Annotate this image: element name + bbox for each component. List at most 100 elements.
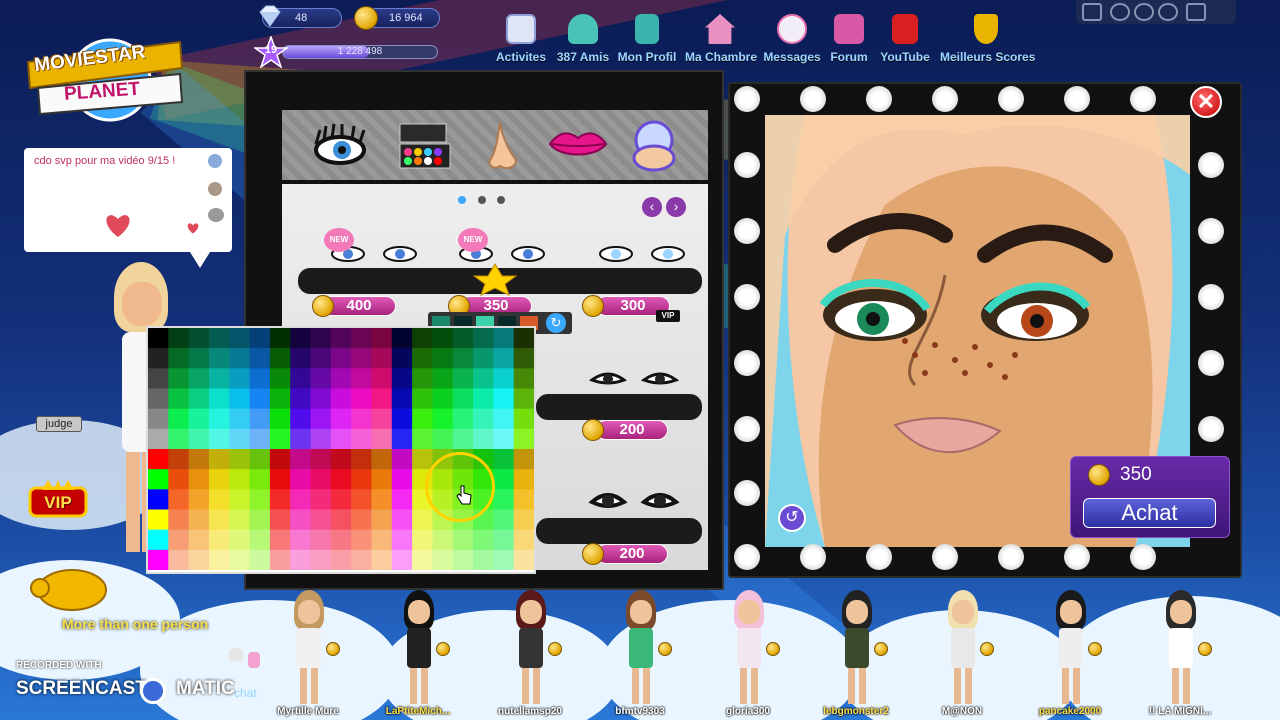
friend-avatar[interactable] (922, 588, 1002, 712)
friend-avatar[interactable] (708, 588, 788, 712)
color-swatch-cell[interactable] (412, 388, 433, 410)
color-swatch-cell[interactable] (148, 388, 169, 410)
color-swatch-cell[interactable] (432, 348, 454, 369)
color-swatch-cell[interactable] (351, 408, 372, 430)
color-swatch-cell[interactable] (412, 348, 433, 369)
color-swatch-cell[interactable] (249, 388, 271, 410)
color-swatch-cell[interactable] (148, 328, 169, 349)
color-swatch-cell[interactable] (391, 388, 413, 410)
color-swatch-cell[interactable] (249, 509, 271, 531)
color-swatch-cell[interactable] (513, 368, 534, 389)
color-swatch-cell[interactable] (513, 328, 534, 349)
color-swatch-cell[interactable] (351, 449, 372, 470)
color-swatch-cell[interactable] (351, 428, 372, 450)
color-swatch-cell[interactable] (412, 328, 433, 349)
color-swatch-cell[interactable] (371, 489, 393, 510)
color-swatch-cell[interactable] (229, 549, 251, 570)
color-swatch-cell[interactable] (290, 489, 312, 510)
color-swatch-cell[interactable] (330, 529, 352, 551)
color-swatch-cell[interactable] (391, 328, 413, 349)
color-swatch-cell[interactable] (330, 489, 352, 510)
color-swatch-cell[interactable] (473, 408, 494, 430)
color-swatch-cell[interactable] (208, 489, 230, 510)
color-swatch-cell[interactable] (249, 368, 271, 389)
color-swatch-cell[interactable] (269, 509, 291, 531)
color-swatch-cell[interactable] (473, 388, 494, 410)
color-swatch-cell[interactable] (269, 348, 291, 369)
color-swatch-cell[interactable] (269, 449, 291, 470)
color-swatch-cell[interactable] (290, 469, 312, 490)
color-swatch-cell[interactable] (351, 549, 372, 570)
color-swatch-cell[interactable] (391, 549, 413, 570)
color-swatch-cell[interactable] (371, 428, 393, 450)
color-swatch-cell[interactable] (188, 469, 210, 490)
color-swatch-cell[interactable] (452, 529, 474, 551)
color-swatch-cell[interactable] (493, 449, 515, 470)
color-swatch-cell[interactable] (452, 549, 474, 570)
color-swatch-cell[interactable] (452, 328, 474, 349)
eyelashes-icon[interactable] (312, 118, 368, 174)
color-swatch-cell[interactable] (493, 388, 515, 410)
color-swatch-cell[interactable] (391, 529, 413, 551)
friend-avatar[interactable] (268, 588, 348, 712)
color-swatch-cell[interactable] (188, 509, 210, 531)
color-swatch-cell[interactable] (148, 529, 169, 551)
color-swatch-cell[interactable] (148, 489, 169, 510)
friend-name[interactable]: lebgmonster2 (801, 706, 911, 717)
color-swatch-cell[interactable] (269, 328, 291, 349)
color-swatch-cell[interactable] (188, 408, 210, 430)
friend-avatar[interactable] (378, 588, 458, 712)
color-swatch-cell[interactable] (513, 348, 534, 369)
color-swatch-cell[interactable] (351, 489, 372, 510)
color-swatch-cell[interactable] (493, 368, 515, 389)
color-swatch-cell[interactable] (351, 469, 372, 490)
color-swatch-cell[interactable] (168, 489, 190, 510)
color-swatch-cell[interactable] (432, 408, 454, 430)
color-swatch-cell[interactable] (229, 408, 251, 430)
color-swatch-cell[interactable] (371, 408, 393, 430)
color-swatch-cell[interactable] (290, 449, 312, 470)
color-swatch-cell[interactable] (493, 549, 515, 570)
color-swatch-cell[interactable] (412, 549, 433, 570)
color-swatch-cell[interactable] (249, 489, 271, 510)
color-swatch-cell[interactable] (432, 549, 454, 570)
color-swatch-cell[interactable] (432, 388, 454, 410)
powder-compact-icon[interactable] (628, 118, 684, 174)
color-swatch-cell[interactable] (513, 529, 534, 551)
color-swatch-cell[interactable] (208, 408, 230, 430)
lips-icon[interactable] (548, 118, 608, 174)
color-swatch-cell[interactable] (148, 549, 169, 570)
color-swatch-cell[interactable] (310, 408, 332, 430)
prev-page-button[interactable]: ‹ (642, 197, 662, 217)
color-swatch-cell[interactable] (330, 428, 352, 450)
color-swatch-cell[interactable] (371, 449, 393, 470)
color-swatch-cell[interactable] (330, 469, 352, 490)
color-swatch-cell[interactable] (330, 348, 352, 369)
color-swatch-cell[interactable] (168, 449, 190, 470)
color-swatch-cell[interactable] (148, 469, 169, 490)
friend-avatar[interactable] (600, 588, 680, 712)
color-swatch-cell[interactable] (351, 388, 372, 410)
color-swatch-cell[interactable] (148, 509, 169, 531)
color-swatch-cell[interactable] (351, 529, 372, 551)
rotate-view-icon[interactable]: ↺ (778, 504, 806, 532)
color-swatch-cell[interactable] (432, 328, 454, 349)
color-swatch-cell[interactable] (513, 449, 534, 470)
color-swatch-cell[interactable] (188, 428, 210, 450)
color-swatch-cell[interactable] (452, 348, 474, 369)
close-button[interactable]: ✕ (1190, 86, 1222, 118)
friend-name[interactable]: !! LA MIGNI... (1125, 706, 1235, 717)
nose-icon[interactable] (476, 118, 532, 174)
color-swatch-cell[interactable] (168, 348, 190, 369)
nav-youtube[interactable]: YouTube (870, 14, 940, 64)
nav-activites[interactable]: Activites (486, 14, 556, 64)
friend-name[interactable]: M@NON (907, 706, 1017, 717)
color-swatch-cell[interactable] (249, 408, 271, 430)
color-swatch-cell[interactable] (290, 388, 312, 410)
item-eyes-4[interactable] (582, 362, 692, 392)
vip-badge[interactable]: VIP (28, 478, 88, 518)
buy-button[interactable]: Achat (1083, 498, 1216, 528)
color-swatch-cell[interactable] (391, 408, 413, 430)
color-swatch-cell[interactable] (412, 428, 433, 450)
color-swatch-cell[interactable] (148, 449, 169, 470)
